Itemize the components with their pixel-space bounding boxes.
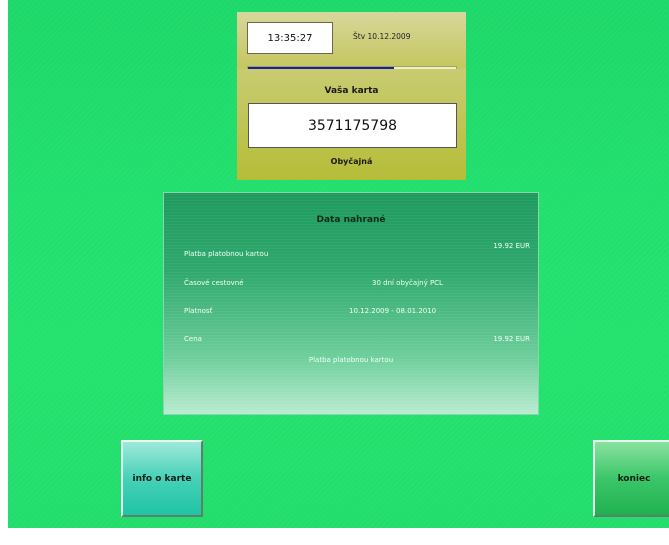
screen: 13:35:27 Štv 10.12.2009 Vaša karta 35711… xyxy=(0,0,669,545)
card-type: Obyčajná xyxy=(330,157,373,166)
data-row-ticket: Časové cestovné 30 dní obyčajný PCL xyxy=(184,279,530,293)
data-row-label: Časové cestovné xyxy=(184,279,244,287)
data-row-label: Platnosť xyxy=(184,307,213,315)
end-button-label: koniec xyxy=(617,473,651,484)
clock-display: 13:35:27 xyxy=(247,22,333,54)
date-text: Štv 10.12.2009 xyxy=(353,32,411,41)
info-card-button[interactable]: info o karte xyxy=(121,440,203,517)
end-button[interactable]: koniec xyxy=(593,440,669,517)
data-row-price: Cena 19.92 EUR xyxy=(184,335,530,349)
data-panel-title: Data nahrané xyxy=(316,215,386,225)
card-panel: 13:35:27 Štv 10.12.2009 Vaša karta 35711… xyxy=(237,12,466,180)
kiosk-background: 13:35:27 Štv 10.12.2009 Vaša karta 35711… xyxy=(8,0,669,528)
data-row-value: 10.12.2009 - 08.01.2010 xyxy=(349,307,437,315)
info-card-button-label: info o karte xyxy=(132,473,192,484)
data-row-value: 19.92 EUR xyxy=(493,335,530,343)
data-row-value: 19.92 EUR xyxy=(493,242,530,250)
data-panel: Data nahrané Platba platobnou kartou 19.… xyxy=(163,192,539,415)
data-row-payment: Platba platobnou kartou 19.92 EUR xyxy=(184,242,530,264)
data-row-label: Cena xyxy=(184,335,202,343)
card-number-display: 3571175798 xyxy=(248,103,457,148)
data-panel-footer: Platba platobnou kartou xyxy=(308,356,394,364)
card-title: Vaša karta xyxy=(324,86,379,96)
data-row-label: Platba platobnou kartou xyxy=(184,250,269,258)
card-number: 3571175798 xyxy=(307,117,398,134)
data-row-value: 30 dní obyčajný PCL xyxy=(372,279,443,287)
card-section: Vaša karta 3571175798 Obyčajná xyxy=(237,69,466,180)
time-text: 13:35:27 xyxy=(267,32,313,44)
data-row-validity: Platnosť 10.12.2009 - 08.01.2010 xyxy=(184,307,530,321)
